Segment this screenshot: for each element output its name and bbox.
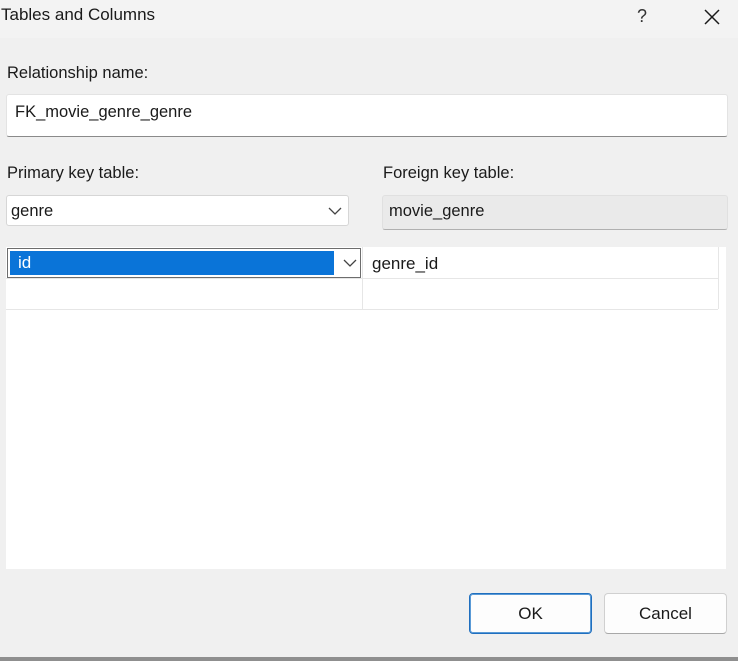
help-icon: ?	[636, 6, 647, 26]
help-button[interactable]: ?	[619, 0, 665, 34]
foreign-key-table-label: Foreign key table:	[383, 164, 515, 182]
chevron-down-icon[interactable]	[343, 258, 357, 268]
primary-column-select[interactable]: id	[7, 248, 361, 278]
primary-column-selected-value: id	[10, 251, 334, 275]
foreign-column-empty-cell[interactable]	[363, 279, 718, 309]
grid-column-divider	[718, 247, 719, 309]
grid-row-divider	[6, 309, 718, 310]
foreign-key-table-value: movie_genre	[389, 202, 485, 220]
foreign-column-cell[interactable]: genre_id	[372, 254, 438, 274]
relationship-name-input[interactable]: FK_movie_genre_genre	[6, 94, 728, 137]
chevron-down-icon	[328, 207, 342, 215]
primary-key-table-value: genre	[11, 202, 54, 220]
close-icon	[704, 9, 720, 25]
relationship-name-value: FK_movie_genre_genre	[15, 103, 193, 121]
primary-key-table-select[interactable]: genre	[6, 195, 349, 226]
title-bar: Tables and Columns ?	[0, 0, 738, 38]
cancel-button[interactable]: Cancel	[604, 593, 727, 634]
primary-column-empty-cell[interactable]	[6, 279, 362, 309]
foreign-key-table-field: movie_genre	[382, 195, 728, 230]
relationship-name-label: Relationship name:	[7, 64, 149, 82]
column-mapping-grid: id genre_id	[6, 247, 726, 569]
dialog-title: Tables and Columns	[1, 5, 156, 24]
window-bottom-edge	[0, 657, 738, 661]
ok-button[interactable]: OK	[469, 593, 592, 634]
primary-key-table-label: Primary key table:	[7, 164, 140, 182]
close-button[interactable]	[688, 0, 734, 34]
